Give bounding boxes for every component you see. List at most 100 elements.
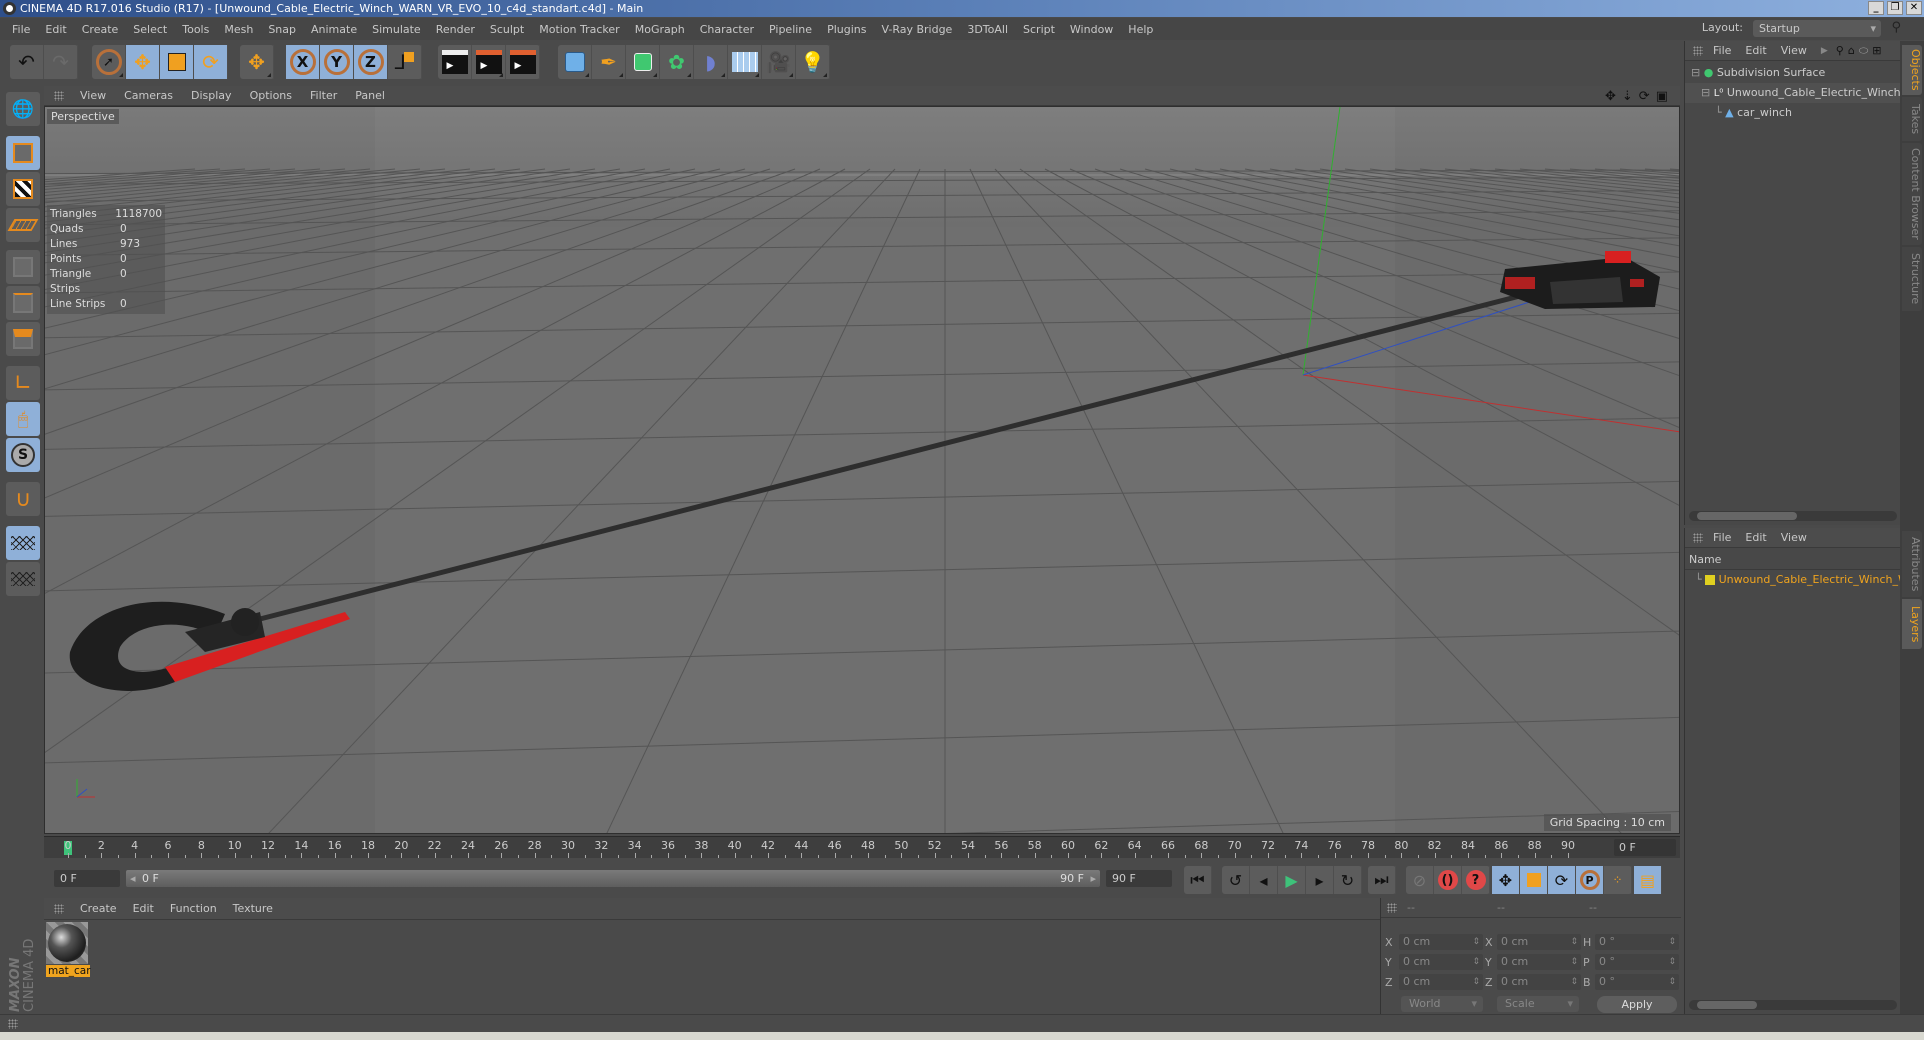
panel-grip-icon[interactable] [8,1019,18,1029]
size-z-field[interactable]: 0 cm [1497,974,1581,990]
menu-help[interactable]: Help [1128,23,1153,36]
timeline-ruler[interactable]: 0 2 4 6 8 10 12 14 16 18 20 22 24 26 28 30 32 34 36 38 40 42 4… [44,836,1680,858]
last-tool-move-icon[interactable]: ✥ [240,45,274,79]
subdivision-surface-icon[interactable] [626,45,660,79]
menu-plugins[interactable]: Plugins [827,23,866,36]
object-row[interactable]: ⊟ L⁰ Unwound_Cable_Electric_Winch_WARN_V… [1685,83,1901,103]
coordinate-mode-dropdown[interactable]: Scale [1497,996,1579,1012]
material-menu-edit[interactable]: Edit [133,902,154,915]
move-icon[interactable]: ✥ [126,45,160,79]
key-scale-icon[interactable] [1520,866,1548,894]
menu-tools[interactable]: Tools [182,23,209,36]
position-y-field[interactable]: 0 cm [1399,954,1483,970]
home-icon[interactable]: ⌂ [1848,44,1855,57]
size-x-field[interactable]: 0 cm [1497,934,1581,950]
record-active-objects-icon[interactable]: () [1434,866,1462,894]
object-manager-scrollbar[interactable] [1689,511,1897,521]
coordinate-space-dropdown[interactable]: World [1401,996,1483,1012]
lock-workplane-icon[interactable] [6,526,40,560]
floor-icon[interactable] [728,45,762,79]
layout-dropdown[interactable]: Startup [1753,20,1881,37]
object-menu-edit[interactable]: Edit [1745,44,1766,57]
render-view-icon[interactable] [438,45,472,79]
rotate-icon[interactable]: ⟳ [194,45,228,79]
search-icon[interactable]: ⚲ [1891,20,1901,35]
menu-script[interactable]: Script [1023,23,1055,36]
rotation-h-field[interactable]: 0 ° [1595,934,1679,950]
polygons-mode-icon[interactable] [6,322,40,356]
tweak-mode-icon[interactable]: 🖱 [6,402,40,436]
toggle-view-icon[interactable]: ▣ [1656,89,1668,104]
make-editable-icon[interactable]: 🌐 [6,92,40,126]
layer-column-header[interactable]: Name [1685,550,1901,570]
model-mode-icon[interactable] [6,136,40,170]
scrollbar-thumb[interactable] [1697,1001,1757,1009]
rotation-b-field[interactable]: 0 ° [1595,974,1679,990]
undo-icon[interactable]: ↶ [10,45,44,79]
menu-mesh[interactable]: Mesh [224,23,253,36]
menu-window[interactable]: Window [1070,23,1113,36]
start-frame-field[interactable]: 0 F [54,870,120,887]
edges-mode-icon[interactable] [6,286,40,320]
key-position-icon[interactable]: ✥ [1492,866,1520,894]
axis-mode-icon[interactable]: ∟ [6,366,40,400]
menu-select[interactable]: Select [133,23,167,36]
material-swatch[interactable]: mat_car [46,922,91,978]
next-key-icon[interactable]: ↻ [1334,866,1362,894]
pen-spline-icon[interactable]: ✒ [592,45,626,79]
live-selection-icon[interactable]: ➚ [92,45,126,79]
viewport-menu-options[interactable]: Options [250,89,292,102]
restore-button[interactable]: ❐ [1887,1,1903,15]
frame-ruler[interactable]: 0 2 4 6 8 10 12 14 16 18 20 22 24 26 28 30 32 34 36 38 40 42 4… [54,837,1612,859]
solo-mode-icon[interactable]: S [6,438,40,472]
menu-sculpt[interactable]: Sculpt [490,23,524,36]
viewport-menu-cameras[interactable]: Cameras [124,89,173,102]
key-parameter-icon[interactable]: P [1576,866,1604,894]
position-z-field[interactable]: 0 cm [1399,974,1483,990]
end-frame-field[interactable]: 90 F [1106,870,1172,887]
previous-frame-icon[interactable]: ◂ [1250,866,1278,894]
deformer-icon[interactable]: ◗ [694,45,728,79]
viewport-menu-panel[interactable]: Panel [355,89,385,102]
render-picture-viewer-icon[interactable] [472,45,506,79]
menu-simulate[interactable]: Simulate [372,23,421,36]
collapse-icon[interactable]: ⊟ [1701,86,1710,99]
apply-button[interactable]: Apply [1597,996,1677,1013]
texture-mode-icon[interactable] [6,172,40,206]
material-menu-texture[interactable]: Texture [233,902,273,915]
tab-layers[interactable]: Layers [1902,599,1922,649]
menu-edit[interactable]: Edit [45,23,66,36]
rotation-p-field[interactable]: 0 ° [1595,954,1679,970]
preview-range-slider[interactable]: ◂ 0 F 90 F ▸ [126,870,1100,887]
timeline-window-icon[interactable]: ▤ [1634,866,1662,894]
current-frame-field[interactable]: 0 F [1614,839,1676,856]
new-window-icon[interactable]: ⊞ [1872,44,1881,57]
go-to-start-icon[interactable]: ⏮ [1184,866,1212,894]
more-arrow-icon[interactable]: ▶ [1821,46,1828,56]
redo-icon[interactable]: ↷ [44,45,78,79]
menu-snap[interactable]: Snap [268,23,296,36]
scrollbar-thumb[interactable] [1697,512,1797,520]
world-coordinate-icon[interactable]: ⅃ [388,45,422,79]
scale-icon[interactable] [160,45,194,79]
layer-row[interactable]: └ Unwound_Cable_Electric_Winch_WARN_VR_E… [1685,570,1901,590]
object-menu-view[interactable]: View [1781,44,1807,57]
collapse-icon[interactable]: ⊟ [1691,66,1700,79]
tab-objects[interactable]: Objects [1902,45,1922,95]
menu-file[interactable]: File [12,23,30,36]
orbit-icon[interactable]: ⟳ [1639,89,1650,104]
layer-menu-edit[interactable]: Edit [1745,531,1766,544]
tab-content-browser[interactable]: Content Browser [1902,143,1922,245]
tab-takes[interactable]: Takes [1902,97,1922,141]
layer-manager-scrollbar[interactable] [1689,1000,1897,1010]
key-rotation-icon[interactable]: ⟳ [1548,866,1576,894]
position-x-field[interactable]: 0 cm [1399,934,1483,950]
layer-color-swatch[interactable] [1705,575,1716,585]
play-icon[interactable]: ▶ [1278,866,1306,894]
menu-mograph[interactable]: MoGraph [635,23,685,36]
panel-grip-icon[interactable] [54,903,64,914]
tab-structure[interactable]: Structure [1902,247,1922,311]
material-menu-function[interactable]: Function [170,902,217,915]
dolly-icon[interactable]: ⇣ [1622,89,1633,104]
menu-render[interactable]: Render [436,23,475,36]
